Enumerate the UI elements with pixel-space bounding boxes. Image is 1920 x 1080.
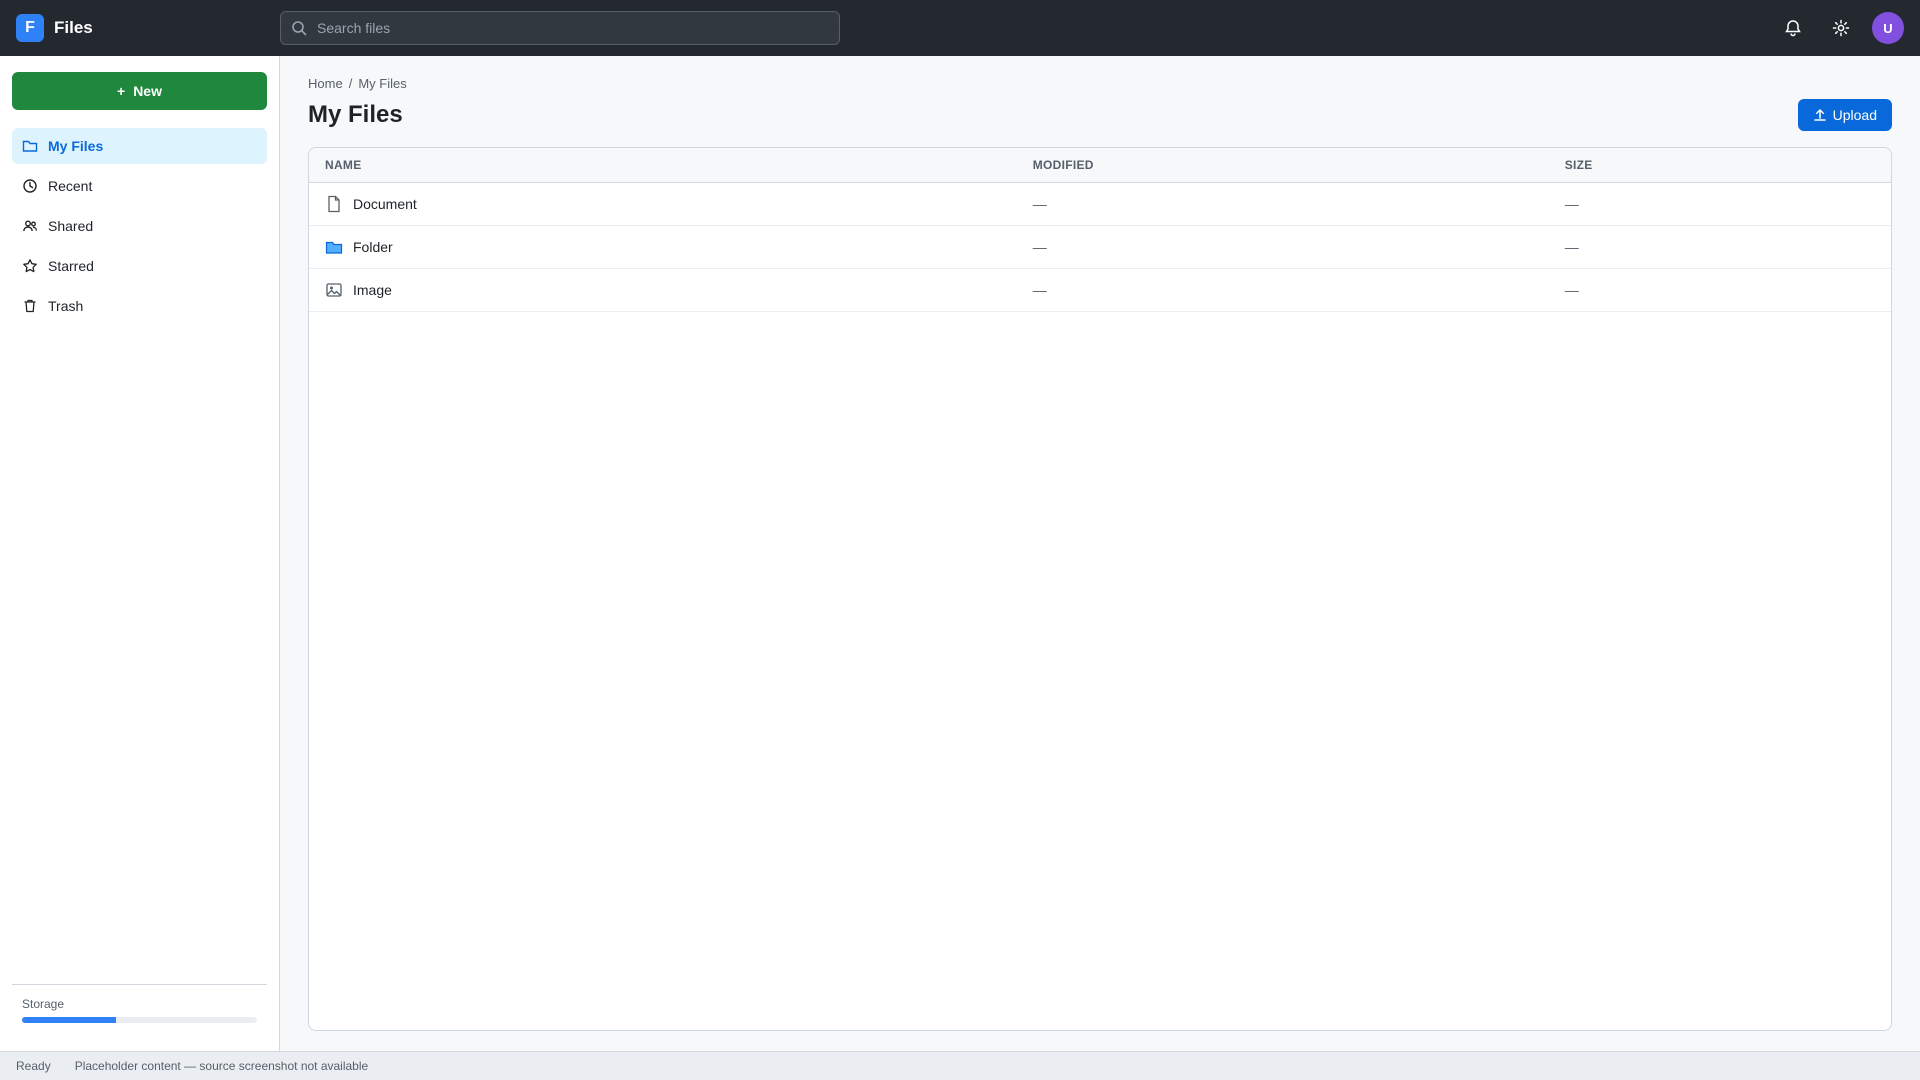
- settings-button[interactable]: [1824, 11, 1858, 45]
- name-cell: Document: [325, 195, 1001, 213]
- file-name: Folder: [353, 239, 393, 255]
- trash-icon: [24, 299, 36, 313]
- upload-button-label: Upload: [1832, 107, 1877, 123]
- header-actions: U: [1776, 11, 1904, 45]
- folder-icon: [22, 140, 38, 152]
- storage-panel: Storage: [12, 984, 267, 1035]
- bell-icon: [1785, 20, 1801, 37]
- storage-bar: [22, 1017, 257, 1023]
- sidebar-item-starred[interactable]: Starred: [12, 248, 267, 284]
- search-box[interactable]: [280, 11, 840, 45]
- storage-label: Storage: [22, 997, 65, 1011]
- table-header-row: Name Modified Size: [309, 148, 1891, 183]
- plus-icon: +: [117, 83, 126, 99]
- sidebar-item-label: Trash: [48, 298, 84, 314]
- new-button-label: New: [133, 83, 162, 99]
- gear-icon: [1832, 19, 1850, 37]
- sidebar-item-label: Shared: [48, 218, 94, 234]
- app-logo: F: [16, 14, 44, 42]
- storage-bar-fill: [22, 1017, 116, 1023]
- modified-cell: —: [1016, 268, 1549, 312]
- folder-icon: [325, 241, 343, 254]
- image-icon: [326, 283, 342, 297]
- file-name: Image: [353, 282, 392, 298]
- search-input[interactable]: [315, 19, 829, 37]
- status-right: Placeholder content — source screenshot …: [74, 1059, 369, 1073]
- app-body: + New My Files Recent Shared Starred Tra…: [0, 56, 1920, 1051]
- breadcrumb-item[interactable]: Home: [308, 76, 343, 91]
- size-cell: —: [1548, 182, 1891, 226]
- title-row: My Files Upload: [308, 99, 1892, 131]
- table-row[interactable]: Document — —: [309, 182, 1891, 226]
- sidebar-item-label: My Files: [48, 138, 104, 154]
- sidebar: + New My Files Recent Shared Starred Tra…: [0, 56, 280, 1051]
- app-window: F Files U: [0, 0, 1920, 1080]
- sidebar-item-trash[interactable]: Trash: [12, 288, 267, 324]
- sidebar-item-label: Recent: [48, 178, 93, 194]
- table-row[interactable]: Folder — —: [309, 225, 1891, 269]
- name-cell: Folder: [325, 238, 1001, 256]
- status-left: Ready: [16, 1059, 51, 1073]
- user-avatar[interactable]: U: [1872, 12, 1904, 44]
- size-cell: —: [1548, 268, 1891, 312]
- sidebar-item-label: Starred: [48, 258, 94, 274]
- breadcrumb: Home / My Files: [308, 76, 1892, 91]
- star-icon: [23, 259, 37, 273]
- top-header: F Files U: [0, 0, 1920, 56]
- document-icon: [328, 195, 340, 213]
- file-name: Document: [353, 196, 417, 212]
- page-title: My Files: [308, 101, 403, 128]
- file-table: Name Modified Size Do: [309, 148, 1891, 312]
- notifications-button[interactable]: [1776, 11, 1810, 45]
- column-header-size[interactable]: Size: [1548, 148, 1891, 183]
- brand: F Files: [16, 14, 264, 42]
- sidebar-item-shared[interactable]: Shared: [12, 208, 267, 244]
- upload-icon: [1813, 109, 1826, 121]
- breadcrumb-separator: /: [348, 76, 353, 91]
- table-row[interactable]: Image — —: [309, 268, 1891, 312]
- sidebar-item-recent[interactable]: Recent: [12, 168, 267, 204]
- status-bar: Ready Placeholder content — source scree…: [0, 1051, 1920, 1080]
- column-header-modified[interactable]: Modified: [1016, 148, 1549, 183]
- name-cell: Image: [325, 281, 1001, 299]
- search-icon: [292, 21, 307, 36]
- sidebar-item-my-files[interactable]: My Files: [12, 128, 267, 164]
- main-content: Home / My Files My Files Upload Name: [280, 56, 1920, 1051]
- clock-icon: [23, 179, 37, 193]
- upload-button[interactable]: Upload: [1797, 99, 1892, 131]
- size-cell: —: [1548, 225, 1891, 269]
- people-icon: [23, 220, 38, 232]
- breadcrumb-item[interactable]: My Files: [358, 76, 406, 91]
- app-title: Files: [54, 18, 93, 37]
- new-button[interactable]: + New: [12, 72, 267, 110]
- modified-cell: —: [1016, 225, 1549, 269]
- file-table-container: Name Modified Size Do: [308, 147, 1892, 1031]
- column-header-name[interactable]: Name: [309, 148, 1017, 183]
- modified-cell: —: [1016, 182, 1549, 226]
